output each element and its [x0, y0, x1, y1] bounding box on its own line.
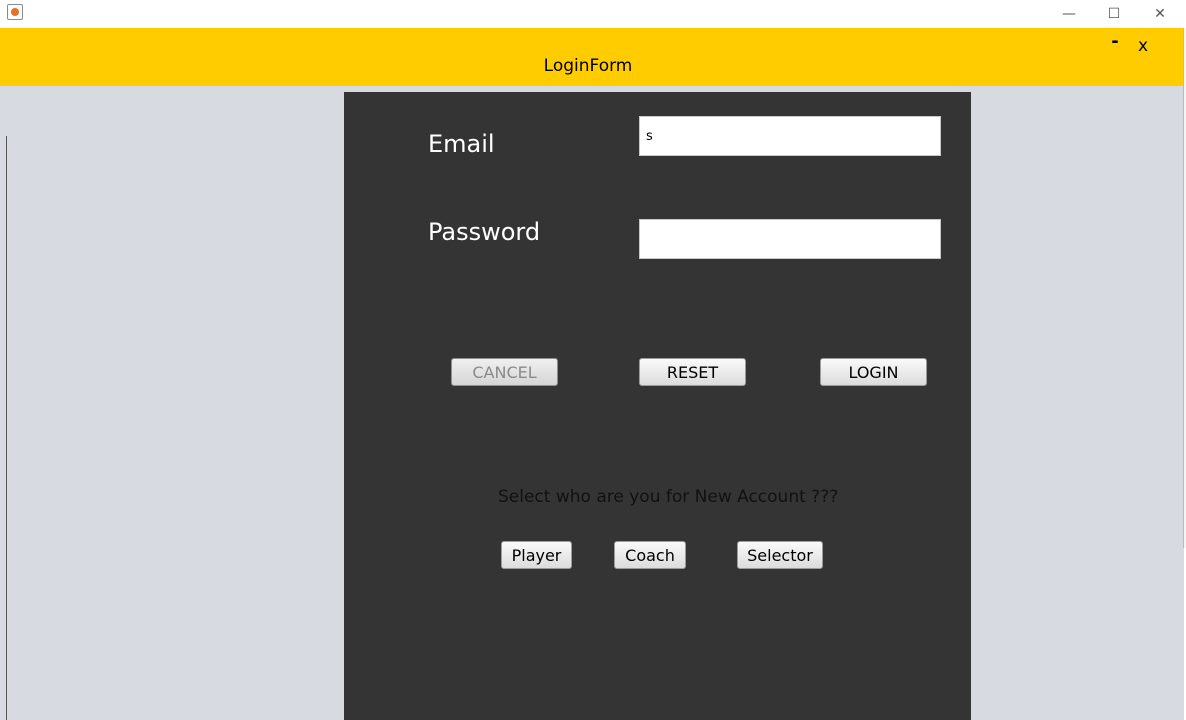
password-label: Password	[428, 218, 541, 246]
java-cup-icon	[7, 4, 23, 20]
form-minimize-button[interactable]: -	[1108, 32, 1122, 52]
password-field[interactable]	[639, 219, 941, 259]
selector-button[interactable]: Selector	[737, 541, 823, 569]
os-title-bar: — ☐ ✕	[0, 0, 1186, 28]
email-field[interactable]	[639, 116, 941, 156]
window-close-button[interactable]: ✕	[1137, 0, 1183, 28]
reset-button[interactable]: RESET	[639, 358, 746, 386]
coach-button[interactable]: Coach	[614, 541, 686, 569]
login-panel: Email Password CANCEL RESET LOGIN Select…	[344, 92, 971, 720]
form-close-button[interactable]: x	[1136, 36, 1150, 56]
header-bar: LoginForm - x	[0, 28, 1183, 86]
cancel-button[interactable]: CANCEL	[451, 358, 558, 386]
login-button[interactable]: LOGIN	[820, 358, 927, 386]
left-divider	[6, 136, 7, 720]
new-account-prompt: Select who are you for New Account ???	[498, 487, 839, 507]
player-button[interactable]: Player	[501, 541, 572, 569]
window-minimize-button[interactable]: —	[1046, 0, 1092, 28]
page-title: LoginForm	[543, 56, 633, 76]
email-label: Email	[428, 130, 495, 158]
window-maximize-button[interactable]: ☐	[1091, 0, 1137, 28]
